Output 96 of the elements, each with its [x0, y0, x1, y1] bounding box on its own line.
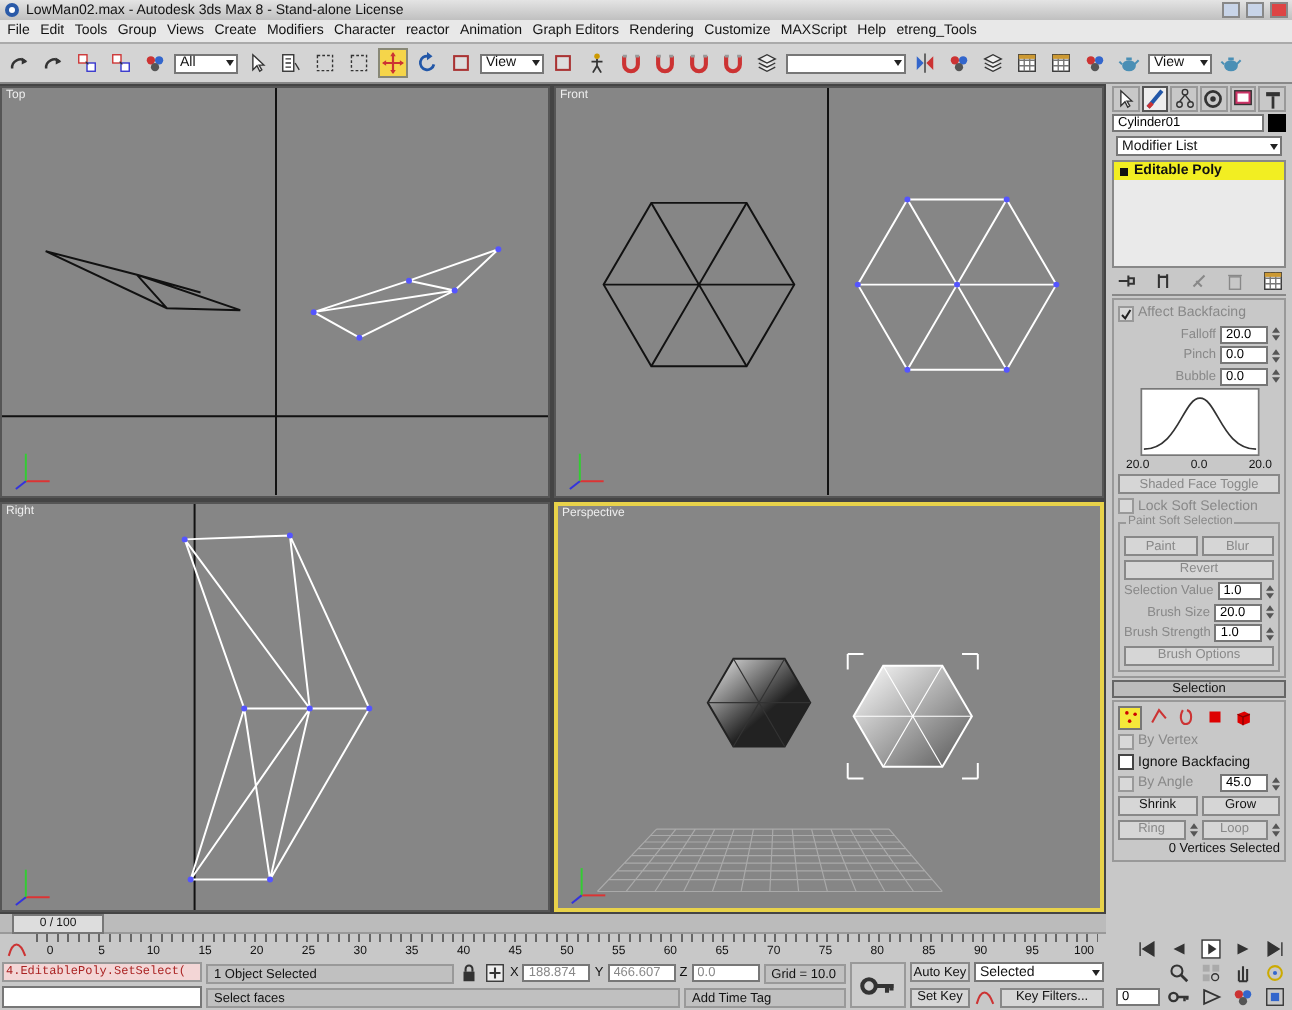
maximize-icon — [1263, 986, 1285, 1008]
spheres-icon — [144, 52, 166, 74]
cross-arrows-tool-button[interactable] — [378, 48, 408, 78]
panel-tab[interactable] — [1141, 86, 1169, 112]
grid-tool-button[interactable] — [1012, 48, 1042, 78]
maximize-button[interactable] — [1260, 986, 1288, 1008]
spheres-icon — [948, 52, 970, 74]
shaded-hexagon-drawing — [706, 656, 812, 747]
object-color-swatch[interactable] — [1268, 114, 1286, 132]
nodes-icon — [1173, 88, 1196, 110]
spinner-arrows-icon[interactable] — [1189, 821, 1197, 837]
skip-end-icon — [1263, 938, 1285, 960]
circular-arrow-icon — [416, 52, 438, 74]
curved-arrow-icon — [8, 52, 30, 74]
grid-tool-button[interactable] — [1046, 48, 1076, 78]
square-icon — [450, 52, 472, 74]
grid-button[interactable] — [1258, 270, 1286, 292]
cursor-icon — [246, 52, 268, 74]
magnifier-icon — [1167, 962, 1189, 984]
ring-icon — [1202, 88, 1225, 110]
key-button[interactable] — [1164, 986, 1192, 1008]
teapot-icon — [1118, 52, 1140, 74]
panel-tab[interactable] — [1170, 86, 1199, 112]
axis-tripod-icon — [14, 452, 51, 491]
grid-icon — [1261, 270, 1283, 292]
pin-icon — [1115, 270, 1137, 292]
dashed-rectangle-icon — [348, 52, 370, 74]
spinner-arrows-icon[interactable] — [1266, 625, 1274, 641]
subobject-level-button[interactable] — [1118, 705, 1142, 729]
magnet-icon — [654, 52, 676, 74]
grid-icon — [1050, 52, 1072, 74]
curve-editor-icon[interactable] — [6, 938, 28, 960]
spinner-arrows-icon[interactable] — [1272, 326, 1280, 342]
layers-icon — [756, 52, 778, 74]
axis-tripod-icon — [14, 867, 51, 906]
trash-icon — [1224, 270, 1247, 292]
border-icon — [1175, 706, 1197, 728]
magnet-icon — [620, 52, 642, 74]
panel-tab[interactable] — [1229, 86, 1257, 112]
subobject-level-button[interactable] — [1146, 705, 1170, 729]
square-icon — [552, 52, 574, 74]
set-key-button[interactable] — [850, 962, 906, 1008]
figure-icon — [586, 52, 608, 74]
skip-start-icon — [1135, 938, 1157, 960]
spinner-arrows-icon[interactable] — [1266, 583, 1274, 599]
axis-tripod-icon — [570, 866, 607, 904]
cube-icon — [1231, 706, 1253, 728]
list-icon — [280, 52, 302, 74]
linked-squares-tool-button[interactable] — [72, 48, 102, 78]
linked-squares-icon — [110, 52, 132, 74]
play-icon — [1199, 938, 1221, 960]
list-tool-button[interactable] — [276, 48, 306, 78]
panel-tab[interactable] — [1200, 86, 1228, 112]
spinner-arrows-icon[interactable] — [1272, 368, 1280, 384]
teapot-icon — [1220, 52, 1242, 74]
spheres-icon — [1231, 986, 1253, 1008]
key-tangent-icon[interactable] — [974, 986, 996, 1008]
cursor-icon — [1114, 88, 1137, 110]
layers-tool-button[interactable] — [752, 48, 782, 78]
spheres-icon — [1084, 52, 1106, 74]
zoom-all-icon — [1199, 962, 1221, 984]
triangle-icon — [1199, 986, 1221, 1008]
script-input-field[interactable] — [2, 986, 202, 1008]
dots-icon — [1119, 706, 1141, 728]
grid-icon — [1016, 52, 1038, 74]
spinner-arrows-icon[interactable] — [1272, 775, 1280, 791]
toolbar-dropdown[interactable] — [786, 53, 906, 73]
dashed-rectangle-icon — [314, 52, 336, 74]
linked-squares-icon — [76, 52, 98, 74]
selected-hexagon-drawing — [846, 652, 979, 779]
app-icon — [4, 2, 20, 18]
subobject-level-button[interactable] — [1174, 705, 1198, 729]
spinner-arrows-icon[interactable] — [1272, 821, 1280, 837]
spinner-arrows-icon[interactable] — [1272, 347, 1280, 363]
spinner-arrows-icon[interactable] — [1266, 604, 1274, 620]
magnifier-button[interactable] — [1164, 962, 1192, 984]
orbit-icon — [1263, 962, 1285, 984]
panel-tab[interactable] — [1112, 86, 1140, 112]
edge-icon — [1147, 706, 1169, 728]
layers-icon — [982, 52, 1004, 74]
hammer-icon — [1261, 88, 1284, 110]
checkbox[interactable] — [1118, 754, 1134, 770]
layers-tool-button[interactable] — [978, 48, 1008, 78]
curved-arrow-icon — [42, 52, 64, 74]
magnet-icon — [722, 52, 744, 74]
axis-tripod-icon — [568, 452, 605, 491]
lock-icon[interactable] — [458, 962, 480, 984]
play-button[interactable] — [1196, 938, 1224, 960]
mirror-icon — [914, 52, 936, 74]
key-icon — [1167, 986, 1189, 1008]
magnet-icon — [688, 52, 710, 74]
linked-squares-tool-button[interactable] — [106, 48, 136, 78]
screen-icon — [1232, 88, 1255, 110]
cross-arrows-icon — [382, 52, 404, 74]
panel-tab[interactable] — [1258, 86, 1287, 112]
transform-mode-icon[interactable] — [484, 962, 506, 984]
